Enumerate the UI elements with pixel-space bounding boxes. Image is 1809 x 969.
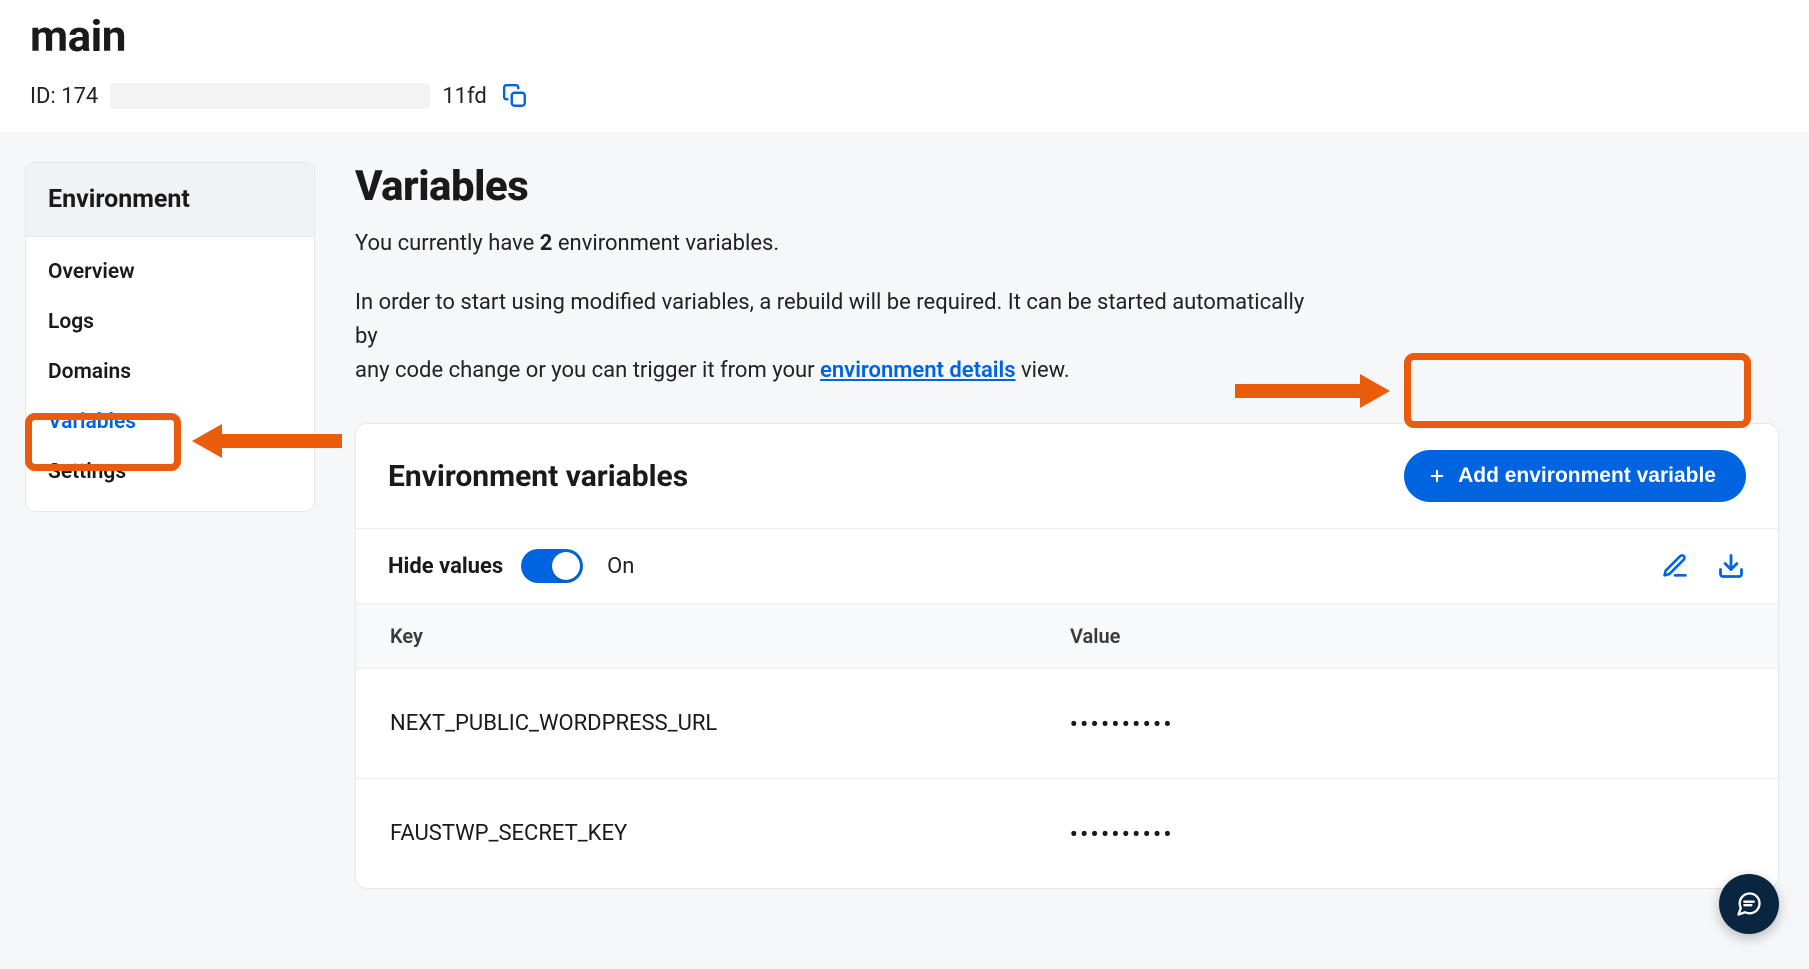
row-value-hidden: •••••••••• (1070, 712, 1744, 736)
chat-icon (1735, 890, 1763, 918)
row-key: NEXT_PUBLIC_WORDPRESS_URL (390, 711, 1070, 736)
environment-sidebar: Environment Overview Logs Domains Variab… (25, 162, 315, 512)
rebuild-info: In order to start using modified variabl… (355, 286, 1315, 388)
env-id-redacted (110, 83, 430, 109)
table-row: FAUSTWP_SECRET_KEY •••••••••• (356, 779, 1778, 888)
pencil-icon (1661, 552, 1689, 580)
row-value-hidden: •••••••••• (1070, 822, 1744, 846)
add-env-variable-button[interactable]: Add environment variable (1404, 450, 1746, 502)
column-key: Key (390, 624, 1070, 648)
env-id-suffix: 11fd (442, 84, 487, 109)
variable-count-line: You currently have 2 environment variabl… (355, 231, 1779, 256)
sidebar-item-domains[interactable]: Domains (26, 347, 314, 397)
copy-icon (502, 83, 528, 109)
edit-variables-button[interactable] (1660, 551, 1690, 581)
hide-values-label: Hide values (388, 554, 503, 579)
env-variables-card: Environment variables Add environment va… (355, 423, 1779, 889)
download-icon (1717, 552, 1745, 580)
download-variables-button[interactable] (1716, 551, 1746, 581)
hide-values-toggle[interactable] (521, 549, 583, 583)
env-id-label: ID: 174 (30, 84, 98, 109)
card-title: Environment variables (388, 459, 688, 494)
table-row: NEXT_PUBLIC_WORDPRESS_URL •••••••••• (356, 669, 1778, 779)
page-title: main (30, 10, 1779, 62)
row-key: FAUSTWP_SECRET_KEY (390, 821, 1070, 846)
hide-values-state: On (607, 554, 634, 579)
plus-icon (1428, 467, 1446, 485)
sidebar-header: Environment (26, 163, 314, 237)
copy-id-button[interactable] (499, 80, 531, 112)
section-heading: Variables (355, 162, 1779, 211)
sidebar-item-settings[interactable]: Settings (26, 447, 314, 497)
environment-details-link[interactable]: environment details (820, 358, 1015, 383)
sidebar-item-variables[interactable]: Variables (26, 397, 314, 447)
table-header-row: Key Value (356, 604, 1778, 669)
sidebar-item-overview[interactable]: Overview (26, 247, 314, 297)
chat-support-button[interactable] (1719, 874, 1779, 934)
sidebar-item-logs[interactable]: Logs (26, 297, 314, 347)
column-value: Value (1070, 624, 1744, 648)
environment-id-row: ID: 174 11fd (30, 80, 1779, 112)
